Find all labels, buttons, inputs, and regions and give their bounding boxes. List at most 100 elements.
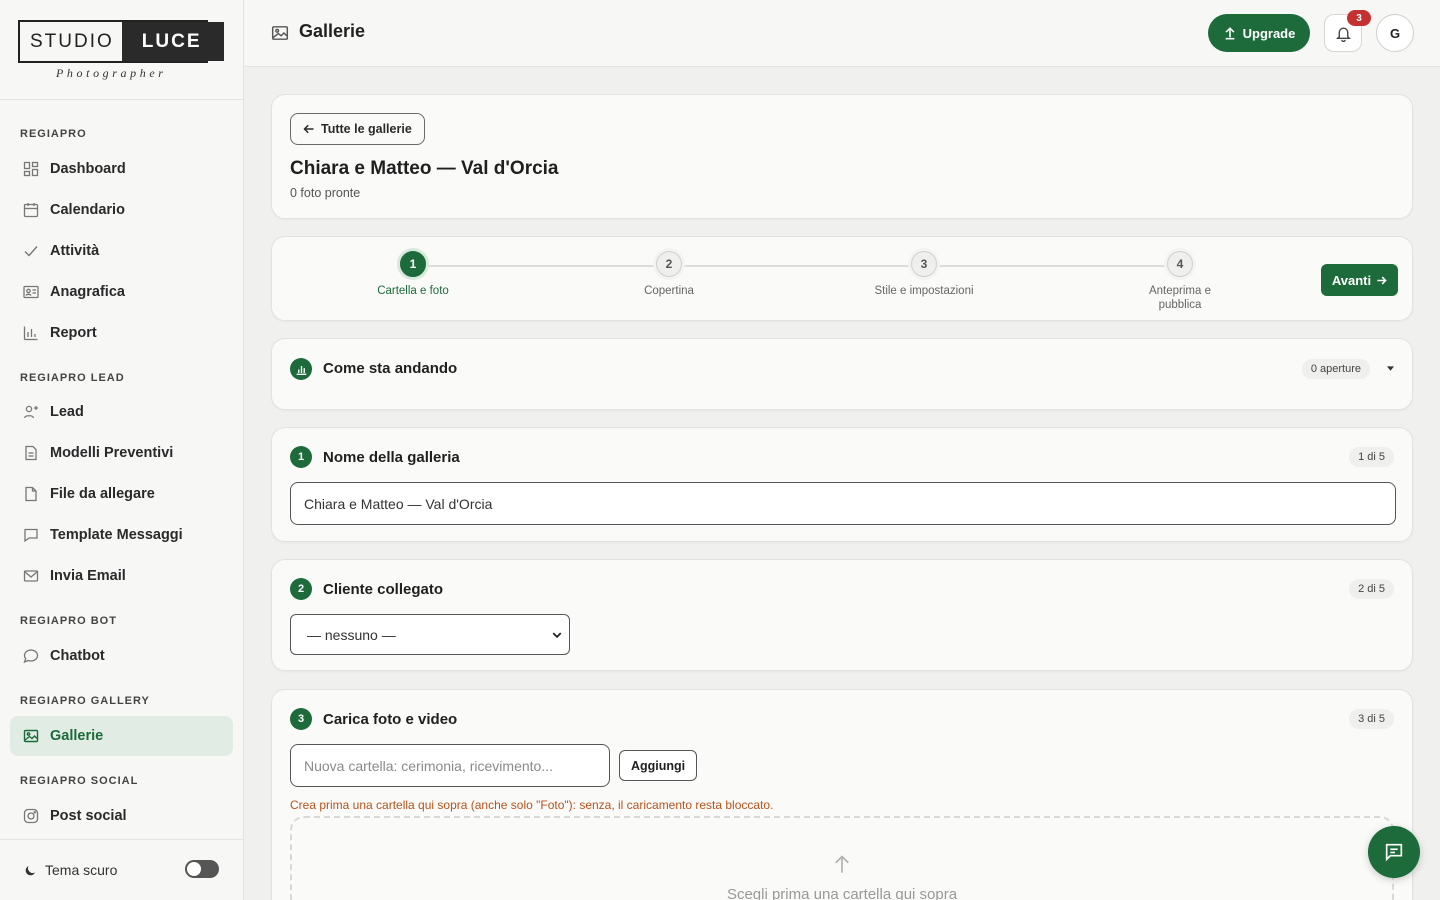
- upload-section: 3 Carica foto e video 3 di 5 Nuova carte…: [271, 689, 1413, 900]
- sidebar-item-label: Template Messaggi: [50, 527, 183, 543]
- bar-chart-icon: [22, 324, 40, 342]
- new-folder-input[interactable]: Nuova cartella: cerimonia, ricevimento..…: [290, 744, 610, 787]
- sidebar-item-chatbot[interactable]: Chatbot: [10, 636, 233, 676]
- upload-dropzone[interactable]: Scegli prima una cartella qui sopra: [290, 816, 1394, 900]
- sidebar-item-lead[interactable]: Lead: [10, 392, 233, 432]
- sidebar-item-report[interactable]: Report: [10, 313, 233, 353]
- step-label: Stile e impostazioni: [874, 285, 974, 297]
- step-4[interactable]: 4 Anteprima e pubblica: [1110, 251, 1250, 312]
- chat-fab-button[interactable]: [1368, 826, 1420, 878]
- file-icon: [22, 485, 40, 503]
- dark-mode-toggle[interactable]: [185, 860, 219, 878]
- nav-section-regiapro-bot: REGIAPRO BOT: [20, 615, 117, 627]
- chat-icon: [1383, 841, 1405, 863]
- page-title: Gallerie: [299, 21, 366, 41]
- folder-warning-text: Crea prima una cartella qui sopra (anche…: [290, 798, 774, 812]
- sidebar-item-label: Modelli Preventivi: [50, 445, 174, 461]
- upgrade-button[interactable]: Upgrade: [1208, 14, 1310, 52]
- back-to-galleries-button[interactable]: Tutte le gallerie: [290, 113, 425, 145]
- bell-icon: [1335, 25, 1352, 42]
- step-1[interactable]: 1 Cartella e foto: [343, 251, 483, 298]
- sidebar-item-file-da-allegare[interactable]: File da allegare: [10, 474, 233, 514]
- sidebar-item-label: Report: [50, 325, 97, 341]
- section-progress-badge: 1 di 5: [1349, 447, 1394, 467]
- sidebar-item-label: Lead: [50, 404, 84, 420]
- notifications-button[interactable]: 3: [1324, 10, 1371, 52]
- brand-logo[interactable]: STUDIO LUCE Photographer: [0, 0, 243, 100]
- stats-card[interactable]: Come sta andando 0 aperture: [271, 338, 1413, 410]
- sidebar-item-label: Attività: [50, 243, 100, 259]
- back-label: Tutte le gallerie: [321, 122, 412, 136]
- sidebar-item-invia-email[interactable]: Invia Email: [10, 556, 233, 596]
- section-title: Nome della galleria: [323, 449, 460, 466]
- id-card-icon: [22, 283, 40, 301]
- section-title: Carica foto e video: [323, 711, 458, 728]
- nav-section-regiapro-social: REGIAPRO SOCIAL: [20, 775, 139, 787]
- logo-box: STUDIO LUCE: [18, 20, 224, 63]
- step-number: 3: [911, 251, 937, 277]
- gallery-header-card: Tutte le gallerie Chiara e Matteo — Val …: [271, 94, 1413, 219]
- instagram-icon: [22, 807, 40, 825]
- section-progress-badge: 2 di 5: [1349, 579, 1394, 599]
- sidebar: STUDIO LUCE Photographer REGIAPRO Dashbo…: [0, 0, 244, 900]
- stats-chart-icon: [290, 358, 312, 380]
- document-icon: [22, 444, 40, 462]
- image-icon: [271, 24, 289, 47]
- nav-section-regiapro-gallery: REGIAPRO GALLERY: [20, 695, 150, 707]
- gallery-name-input[interactable]: Chiara e Matteo — Val d'Orcia: [290, 482, 1396, 525]
- stats-title: Come sta andando: [323, 360, 458, 377]
- notification-badge: 3: [1347, 10, 1371, 26]
- stepper-track: [414, 265, 1181, 267]
- sidebar-item-template-messaggi[interactable]: Template Messaggi: [10, 515, 233, 555]
- section-number: 2: [290, 578, 312, 600]
- section-progress-badge: 3 di 5: [1349, 709, 1394, 729]
- section-number: 1: [290, 446, 312, 468]
- upgrade-label: Upgrade: [1242, 25, 1296, 41]
- arrow-right-icon: [1376, 275, 1387, 286]
- sidebar-item-label: Invia Email: [50, 568, 126, 584]
- logo-luce-text: LUCE: [121, 22, 224, 61]
- section-title: Cliente collegato: [323, 581, 444, 598]
- sidebar-item-label: Post social: [50, 808, 127, 824]
- step-label: Copertina: [644, 285, 694, 297]
- sidebar-item-modelli-preventivi[interactable]: Modelli Preventivi: [10, 433, 233, 473]
- step-label: Anteprima e pubblica: [1148, 285, 1211, 311]
- sidebar-item-gallerie[interactable]: Gallerie: [10, 716, 233, 756]
- step-2[interactable]: 2 Copertina: [599, 251, 739, 298]
- sidebar-item-anagrafica[interactable]: Anagrafica: [10, 272, 233, 312]
- sidebar-item-label: Anagrafica: [50, 284, 125, 300]
- sidebar-item-label: File da allegare: [50, 486, 155, 502]
- gallery-photo-count: 0 foto pronte: [290, 186, 361, 200]
- user-avatar[interactable]: G: [1376, 14, 1414, 52]
- gallery-title: Chiara e Matteo — Val d'Orcia: [290, 158, 559, 179]
- step-label: Cartella e foto: [377, 285, 449, 297]
- sidebar-item-calendario[interactable]: Calendario: [10, 190, 233, 230]
- step-number: 2: [656, 251, 682, 277]
- theme-switcher: Tema scuro: [0, 839, 243, 900]
- section-number: 3: [290, 708, 312, 730]
- logo-studio-text: STUDIO: [30, 30, 114, 52]
- sidebar-item-post-social[interactable]: Post social: [10, 796, 233, 836]
- add-folder-button[interactable]: Aggiungi: [619, 750, 698, 781]
- client-select-value: — nessuno —: [307, 626, 396, 643]
- logo-subtitle: Photographer: [56, 66, 167, 80]
- chat-bubble-icon: [22, 647, 40, 665]
- gallery-name-section: 1 Nome della galleria 1 di 5 Chiara e Ma…: [271, 427, 1413, 542]
- chevron-down-icon: [551, 628, 563, 644]
- top-header: Gallerie Upgrade 3 G: [244, 0, 1440, 67]
- image-icon: [22, 727, 40, 745]
- message-icon: [22, 526, 40, 544]
- arrow-left-icon: [303, 123, 315, 135]
- sidebar-item-attivita[interactable]: Attività: [10, 231, 233, 271]
- arrow-up-icon: [832, 854, 852, 874]
- calendar-icon: [22, 201, 40, 219]
- next-label: Avanti: [1331, 272, 1372, 288]
- dropzone-text: Scegli prima una cartella qui sopra: [726, 886, 958, 900]
- sidebar-item-dashboard[interactable]: Dashboard: [10, 149, 233, 189]
- client-select[interactable]: — nessuno —: [290, 614, 570, 655]
- next-step-button[interactable]: Avanti: [1321, 264, 1398, 296]
- linked-client-section: 2 Cliente collegato 2 di 5 — nessuno —: [271, 559, 1413, 671]
- step-3[interactable]: 3 Stile e impostazioni: [854, 251, 994, 298]
- grid-icon: [22, 160, 40, 178]
- caret-down-icon[interactable]: [1387, 366, 1394, 371]
